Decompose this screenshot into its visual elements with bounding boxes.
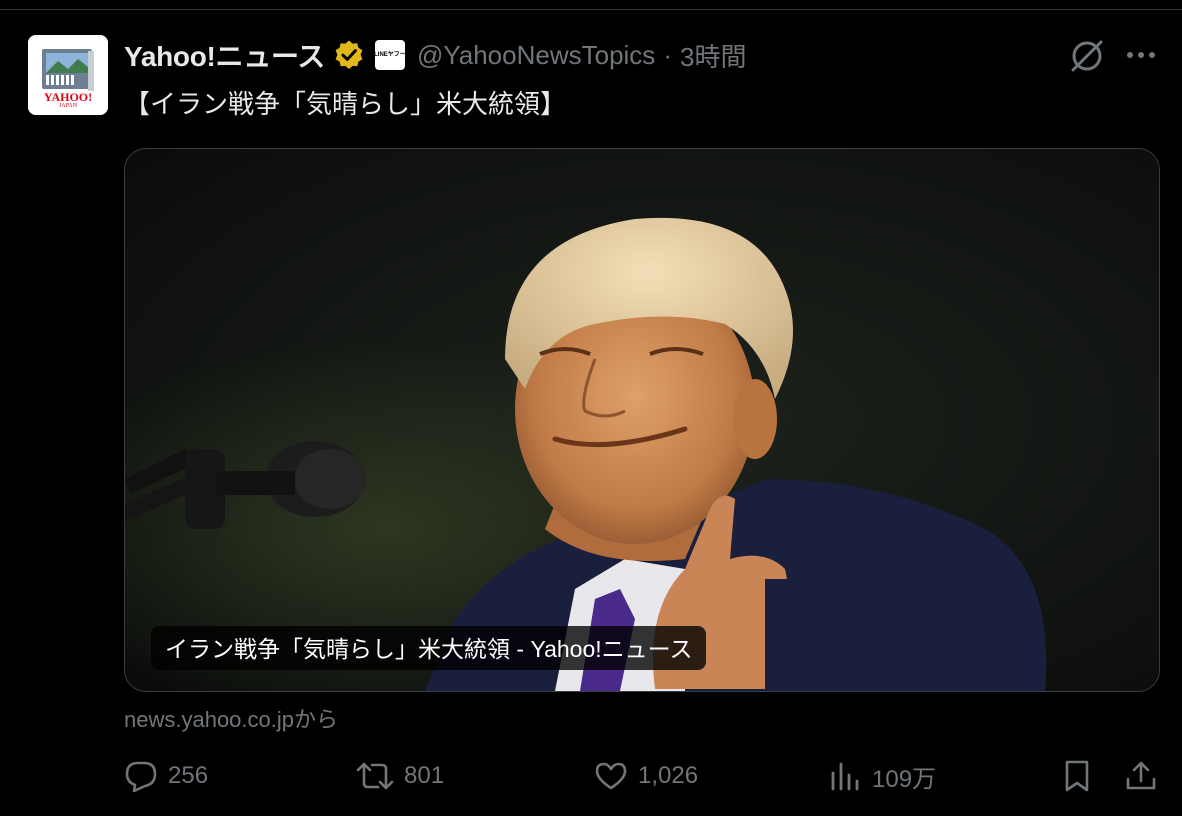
bookmark-button[interactable]: [1062, 756, 1092, 796]
user-handle[interactable]: @YahooNewsTopics: [417, 40, 655, 71]
post-text: 【イラン戦争「気晴らし」米大統領】: [124, 89, 567, 119]
affiliate-label: LINEヤフー: [374, 52, 406, 58]
bookmark-icon: [1065, 760, 1089, 792]
reply-button[interactable]: 256: [124, 756, 208, 796]
heart-icon: [595, 762, 627, 790]
reply-icon: [125, 761, 157, 792]
post-header: Yahoo!ニュース LINEヤフー @YahooNewsTopics · 3時…: [124, 36, 746, 74]
display-name[interactable]: Yahoo!ニュース: [124, 35, 325, 75]
avatar-brand-subtext: JAPAN: [58, 103, 78, 109]
card-source-link[interactable]: news.yahoo.co.jpから: [124, 702, 338, 734]
post-time[interactable]: 3時間: [680, 37, 746, 74]
repost-count: 801: [404, 762, 445, 789]
grok-icon[interactable]: [1068, 37, 1106, 75]
repost-button[interactable]: 801: [356, 756, 444, 796]
gold-verified-badge-icon[interactable]: [333, 39, 365, 71]
share-button[interactable]: [1124, 756, 1158, 796]
view-count: 109万: [872, 765, 937, 793]
share-icon: [1126, 761, 1156, 790]
card-photo: [125, 149, 1159, 691]
more-options-icon[interactable]: [1124, 40, 1158, 70]
analytics-icon: [831, 762, 859, 791]
affiliate-badge-icon[interactable]: LINEヤフー: [374, 40, 406, 70]
repost-icon: [356, 762, 394, 790]
avatar[interactable]: YAHOO! JAPAN: [28, 35, 108, 115]
like-button[interactable]: 1,026: [594, 756, 698, 796]
top-divider: [0, 9, 1182, 10]
like-count: 1,026: [638, 762, 699, 789]
separator-dot: ·: [663, 39, 672, 70]
link-card[interactable]: イラン戦争「気晴らし」米大統領 - Yahoo!ニュース: [124, 148, 1160, 692]
reply-count: 256: [168, 762, 209, 789]
avatar-brand-text: YAHOO!: [43, 90, 93, 104]
views-button[interactable]: 109万: [828, 756, 936, 796]
card-caption: イラン戦争「気晴らし」米大統領 - Yahoo!ニュース: [151, 626, 707, 670]
